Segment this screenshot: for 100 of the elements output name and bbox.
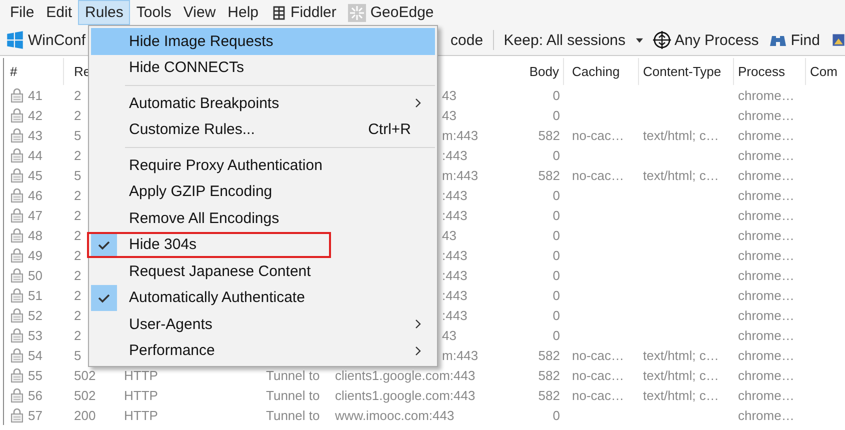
menu-bar-item[interactable]: View bbox=[177, 0, 222, 25]
table-cell: :443 bbox=[442, 268, 468, 282]
table-cell: 0 bbox=[552, 88, 560, 102]
menu-bar-item[interactable]: Rules bbox=[78, 0, 130, 25]
lock-icon bbox=[10, 227, 24, 243]
lock-icon bbox=[10, 147, 24, 163]
table-cell: :443 bbox=[442, 308, 468, 322]
menu-item[interactable]: Hide Image Requests bbox=[91, 28, 435, 54]
table-cell: 0 bbox=[552, 328, 560, 342]
table-cell: 2 bbox=[74, 108, 82, 122]
decode-button[interactable]: code bbox=[450, 32, 484, 48]
menu-bar-item[interactable]: GeoEdge bbox=[342, 0, 440, 25]
table-cell: chrome… bbox=[738, 128, 794, 142]
table-cell: 582 bbox=[538, 348, 560, 362]
menu-item[interactable]: Customize Rules... Ctrl+R bbox=[91, 116, 435, 143]
table-cell: chrome… bbox=[738, 408, 794, 422]
table-cell: chrome… bbox=[738, 228, 794, 242]
table-cell: :443 bbox=[442, 188, 468, 202]
table-cell: no-cac… bbox=[572, 168, 624, 182]
keep-dropdown[interactable]: Keep: All sessions bbox=[504, 32, 643, 48]
menu-item[interactable]: Hide 304s bbox=[91, 232, 435, 258]
row-number: 54 bbox=[28, 348, 42, 362]
table-cell: 43 bbox=[442, 228, 456, 242]
column-header[interactable]: Com bbox=[806, 58, 845, 85]
table-cell: text/html; c… bbox=[643, 368, 719, 382]
menu-item[interactable]: Performance bbox=[91, 338, 435, 364]
table-cell: 2 bbox=[74, 328, 82, 342]
table-cell: text/html; c… bbox=[643, 348, 719, 362]
table-cell: 2 bbox=[74, 188, 82, 202]
lock-icon bbox=[10, 307, 24, 323]
table-cell: 582 bbox=[538, 168, 560, 182]
table-cell: :443 bbox=[442, 148, 468, 162]
lock-icon bbox=[10, 287, 24, 303]
table-cell: :443 bbox=[442, 288, 468, 302]
lock-icon bbox=[10, 207, 24, 223]
windows-icon bbox=[6, 31, 24, 49]
table-cell: chrome… bbox=[738, 108, 794, 122]
table-cell: 0 bbox=[552, 208, 560, 222]
menu-item[interactable]: Apply GZIP Encoding bbox=[91, 178, 435, 205]
lock-icon bbox=[10, 367, 24, 383]
menu-item[interactable]: Automatically Authenticate bbox=[91, 284, 435, 311]
table-cell: :443 bbox=[442, 248, 468, 262]
column-header[interactable]: Content-Type bbox=[639, 58, 734, 85]
table-cell: 0 bbox=[552, 148, 560, 162]
table-cell: 5 bbox=[74, 348, 82, 362]
column-header[interactable]: # bbox=[4, 58, 64, 85]
table-cell: 43 bbox=[442, 328, 456, 342]
menu-item[interactable]: Hide CONNECTs bbox=[91, 54, 435, 81]
table-cell: text/html; c… bbox=[643, 128, 719, 142]
column-header[interactable]: Body bbox=[526, 58, 564, 85]
find-button[interactable]: Find bbox=[768, 31, 820, 49]
menu-bar-item[interactable]: Edit bbox=[40, 0, 78, 25]
table-cell: 582 bbox=[538, 388, 560, 402]
menu-item[interactable]: User-Agents bbox=[91, 311, 435, 338]
grid-icon bbox=[270, 4, 287, 20]
table-cell: text/html; c… bbox=[643, 168, 719, 182]
column-header[interactable]: Caching bbox=[564, 58, 639, 85]
table-cell: chrome… bbox=[738, 308, 794, 322]
menu-item[interactable]: Remove All Encodings bbox=[91, 205, 435, 232]
toolbar-image-icon[interactable] bbox=[832, 31, 845, 49]
row-number: 50 bbox=[28, 268, 42, 282]
table-cell: 2 bbox=[74, 208, 82, 222]
table-cell: chrome… bbox=[738, 188, 794, 202]
table-cell: chrome… bbox=[738, 348, 794, 362]
table-cell: 0 bbox=[552, 308, 560, 322]
sparkle-icon bbox=[348, 4, 366, 22]
table-cell: 502 bbox=[74, 388, 96, 402]
table-cell: chrome… bbox=[738, 368, 794, 382]
winconfig-button[interactable]: WinConf bbox=[6, 31, 86, 49]
table-cell: m:443 bbox=[442, 348, 478, 362]
table-cell: 0 bbox=[552, 188, 560, 202]
lock-icon bbox=[10, 187, 24, 203]
menu-item[interactable]: Automatic Breakpoints bbox=[91, 90, 435, 116]
table-cell: 0 bbox=[552, 228, 560, 242]
table-cell: 0 bbox=[552, 268, 560, 282]
menu-bar-item[interactable]: Help bbox=[222, 0, 265, 25]
lock-icon bbox=[10, 107, 24, 123]
table-cell: 2 bbox=[74, 228, 82, 242]
menu-item[interactable]: Request Japanese Content bbox=[91, 258, 435, 284]
chevron-right-icon bbox=[415, 346, 421, 356]
table-cell: chrome… bbox=[738, 388, 794, 402]
process-filter-button[interactable]: Any Process bbox=[652, 31, 759, 49]
table-cell: no-cac… bbox=[572, 388, 624, 402]
table-cell: 2 bbox=[74, 288, 82, 302]
menu-bar-item[interactable]: Tools bbox=[130, 0, 178, 25]
table-cell: chrome… bbox=[738, 88, 794, 102]
table-cell: chrome… bbox=[738, 268, 794, 282]
chevron-right-icon bbox=[415, 319, 421, 330]
row-number: 55 bbox=[28, 368, 42, 382]
lock-icon bbox=[10, 167, 24, 183]
table-cell: 502 bbox=[74, 368, 96, 382]
row-number: 52 bbox=[28, 308, 42, 322]
menu-bar-item[interactable]: File bbox=[4, 0, 40, 25]
row-number: 53 bbox=[28, 328, 42, 342]
table-cell: m:443 bbox=[442, 128, 478, 142]
menu-bar-item[interactable]: Fiddler bbox=[264, 0, 342, 25]
lock-icon bbox=[10, 247, 24, 263]
menu-item[interactable]: Require Proxy Authentication bbox=[91, 152, 435, 178]
column-header[interactable]: Process bbox=[734, 58, 806, 85]
table-cell: 5 bbox=[74, 168, 82, 182]
